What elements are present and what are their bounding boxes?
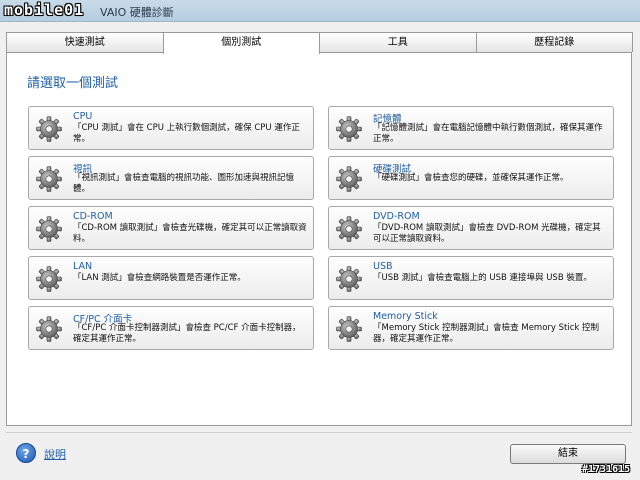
test-title: Memory Stick bbox=[373, 311, 438, 322]
mobile01-logo: mobile01 bbox=[4, 1, 85, 19]
test-description: 「CF/PC 介面卡控制器測試」會檢查 PC/CF 介面卡控制器，確定其運作正常… bbox=[73, 323, 301, 344]
help-icon[interactable]: ? bbox=[16, 443, 36, 463]
test-description: 「DVD-ROM 讀取測試」會檢查 DVD-ROM 光碟機，確定其可以正常讀取資… bbox=[373, 223, 601, 244]
gear-icon bbox=[336, 166, 362, 192]
window-title: VAIO 硬體診斷 bbox=[100, 6, 174, 19]
test-card-cpu[interactable]: CPU 「CPU 測試」會在 CPU 上執行數個測試，確保 CPU 運作正常。 bbox=[28, 106, 314, 150]
tab-history[interactable]: 歷程記錄 bbox=[475, 32, 633, 52]
test-description: 「記憶體測試」會在電腦記憶體中執行數個測試，確保其運作正常。 bbox=[373, 123, 603, 144]
test-description: 「Memory Stick 控制器測試」會檢查 Memory Stick 控制器… bbox=[373, 323, 600, 344]
test-card-dvd-rom[interactable]: DVD-ROM 「DVD-ROM 讀取測試」會檢查 DVD-ROM 光碟機，確定… bbox=[328, 206, 614, 250]
gear-icon bbox=[36, 316, 62, 342]
test-card-video[interactable]: 視訊 「視訊測試」會檢查電腦的視訊功能、圖形加速與視訊記憶體。 bbox=[28, 156, 314, 200]
test-card-cd-rom[interactable]: CD-ROM 「CD-ROM 讀取測試」會檢查光碟機，確定其可以正常讀取資料。 bbox=[28, 206, 314, 250]
test-description: 「USB 測試」會檢查電腦上的 USB 連接埠與 USB 裝置。 bbox=[373, 273, 592, 283]
test-description: 「硬碟測試」會檢查您的硬碟，並確保其運作正常。 bbox=[373, 173, 569, 183]
page-title: 請選取一個測試 bbox=[27, 76, 119, 91]
close-button[interactable]: 結束 bbox=[510, 444, 626, 464]
watermark: #1731615 bbox=[582, 464, 631, 475]
test-title: CPU bbox=[73, 111, 93, 122]
footer-divider bbox=[6, 432, 632, 433]
gear-icon bbox=[336, 316, 362, 342]
test-card-memory-stick[interactable]: Memory Stick 「Memory Stick 控制器測試」會檢查 Mem… bbox=[328, 306, 614, 350]
gear-icon bbox=[36, 266, 62, 292]
gear-icon bbox=[336, 216, 362, 242]
test-title: USB bbox=[373, 261, 393, 272]
test-description: 「CPU 測試」會在 CPU 上執行數個測試，確保 CPU 運作正常。 bbox=[73, 123, 300, 144]
test-card-hard-disk[interactable]: 硬碟測試 「硬碟測試」會檢查您的硬碟，並確保其運作正常。 bbox=[328, 156, 614, 200]
gear-icon bbox=[336, 266, 362, 292]
test-card-usb[interactable]: USB 「USB 測試」會檢查電腦上的 USB 連接埠與 USB 裝置。 bbox=[328, 256, 614, 300]
title-bar: mobile01 VAIO 硬體診斷 bbox=[0, 0, 640, 22]
tab-strip: 快速測試 個別測試 工具 歷程記錄 bbox=[6, 32, 633, 54]
gear-icon bbox=[36, 216, 62, 242]
gear-icon bbox=[36, 166, 62, 192]
help-link[interactable]: 說明 bbox=[44, 446, 66, 462]
test-description: 「CD-ROM 讀取測試」會檢查光碟機，確定其可以正常讀取資料。 bbox=[73, 223, 307, 244]
test-title: DVD-ROM bbox=[373, 211, 420, 222]
test-card-memory[interactable]: 記憶體 「記憶體測試」會在電腦記憶體中執行數個測試，確保其運作正常。 bbox=[328, 106, 614, 150]
gear-icon bbox=[336, 116, 362, 142]
tab-tools[interactable]: 工具 bbox=[319, 32, 477, 52]
test-description: 「視訊測試」會檢查電腦的視訊功能、圖形加速與視訊記憶體。 bbox=[73, 173, 295, 194]
gear-icon bbox=[36, 116, 62, 142]
test-panel: 請選取一個測試 CPU 「CPU 測試」會在 CPU 上執行數個測試，確保 CP… bbox=[6, 52, 632, 426]
tab-individual-test[interactable]: 個別測試 bbox=[162, 32, 320, 54]
tab-quick-test[interactable]: 快速測試 bbox=[6, 32, 164, 52]
test-title: LAN bbox=[73, 261, 93, 272]
test-card-lan[interactable]: LAN 「LAN 測試」會檢查網路裝置是否運作正常。 bbox=[28, 256, 314, 300]
test-description: 「LAN 測試」會檢查網路裝置是否運作正常。 bbox=[73, 273, 246, 283]
test-title: CD-ROM bbox=[73, 211, 113, 222]
test-card-cf-pc-card[interactable]: CF/PC 介面卡 「CF/PC 介面卡控制器測試」會檢查 PC/CF 介面卡控… bbox=[28, 306, 314, 350]
